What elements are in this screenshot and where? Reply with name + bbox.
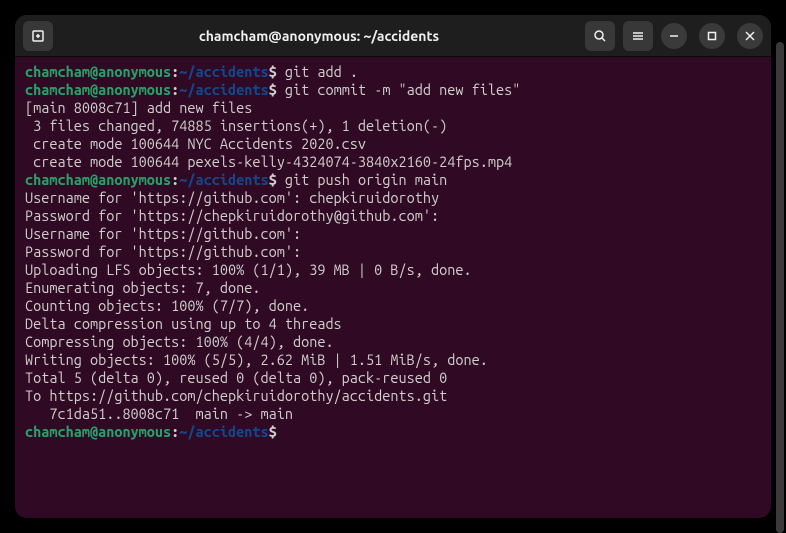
search-button[interactable] (585, 21, 615, 51)
command-text: git push origin main (285, 171, 447, 188)
prompt-symbol: $ (269, 171, 277, 188)
prompt-symbol: $ (269, 423, 277, 440)
output-line: Password for 'https://chepkiruidorothy@g… (25, 207, 761, 225)
output-line: Delta compression using up to 4 threads (25, 315, 761, 333)
output-line: Uploading LFS objects: 100% (1/1), 39 MB… (25, 261, 761, 279)
output-line: 3 files changed, 74885 insertions(+), 1 … (25, 117, 761, 135)
titlebar: chamcham@anonymous: ~/accidents (15, 15, 771, 57)
prompt-line: chamcham@anonymous:~/accidents$ git add … (25, 63, 761, 81)
terminal-window: chamcham@anonymous: ~/accidents (15, 15, 771, 518)
output-line: Username for 'https://github.com': chepk… (25, 189, 761, 207)
maximize-button[interactable] (699, 23, 725, 49)
new-tab-button[interactable] (23, 21, 53, 51)
prompt-line: chamcham@anonymous:~/accidents$ git push… (25, 171, 761, 189)
prompt-user-host: chamcham@anonymous (25, 423, 171, 440)
prompt-path: ~/accidents (179, 171, 268, 188)
window-controls (661, 23, 763, 49)
prompt-path: ~/accidents (179, 63, 268, 80)
prompt-user-host: chamcham@anonymous (25, 63, 171, 80)
minimize-button[interactable] (661, 23, 687, 49)
prompt-path: ~/accidents (179, 423, 268, 440)
output-line: Counting objects: 100% (7/7), done. (25, 297, 761, 315)
prompt-path: ~/accidents (179, 81, 268, 98)
close-button[interactable] (737, 23, 763, 49)
prompt-line: chamcham@anonymous:~/accidents$ git comm… (25, 81, 761, 99)
command-text: git commit -m "add new files" (285, 81, 520, 98)
menu-button[interactable] (623, 21, 653, 51)
prompt-user-host: chamcham@anonymous (25, 81, 171, 98)
output-line: 7c1da51..8008c71 main -> main (25, 405, 761, 423)
output-line: To https://github.com/chepkiruidorothy/a… (25, 387, 761, 405)
output-line: Username for 'https://github.com': (25, 225, 761, 243)
prompt-user-host: chamcham@anonymous (25, 171, 171, 188)
command-text: git add . (285, 63, 358, 80)
output-line: Password for 'https://github.com': (25, 243, 761, 261)
prompt-symbol: $ (269, 81, 277, 98)
output-line: Writing objects: 100% (5/5), 2.62 MiB | … (25, 351, 761, 369)
output-line: create mode 100644 NYC Accidents 2020.cs… (25, 135, 761, 153)
output-line: create mode 100644 pexels-kelly-4324074-… (25, 153, 761, 171)
window-title: chamcham@anonymous: ~/accidents (61, 28, 577, 44)
output-line: Total 5 (delta 0), reused 0 (delta 0), p… (25, 369, 761, 387)
prompt-symbol: $ (269, 63, 277, 80)
output-line: Enumerating objects: 7, done. (25, 279, 761, 297)
terminal-output[interactable]: chamcham@anonymous:~/accidents$ git add … (15, 57, 771, 518)
output-line: Compressing objects: 100% (4/4), done. (25, 333, 761, 351)
prompt-line: chamcham@anonymous:~/accidents$ (25, 423, 761, 441)
output-line: [main 8008c71] add new files (25, 99, 761, 117)
